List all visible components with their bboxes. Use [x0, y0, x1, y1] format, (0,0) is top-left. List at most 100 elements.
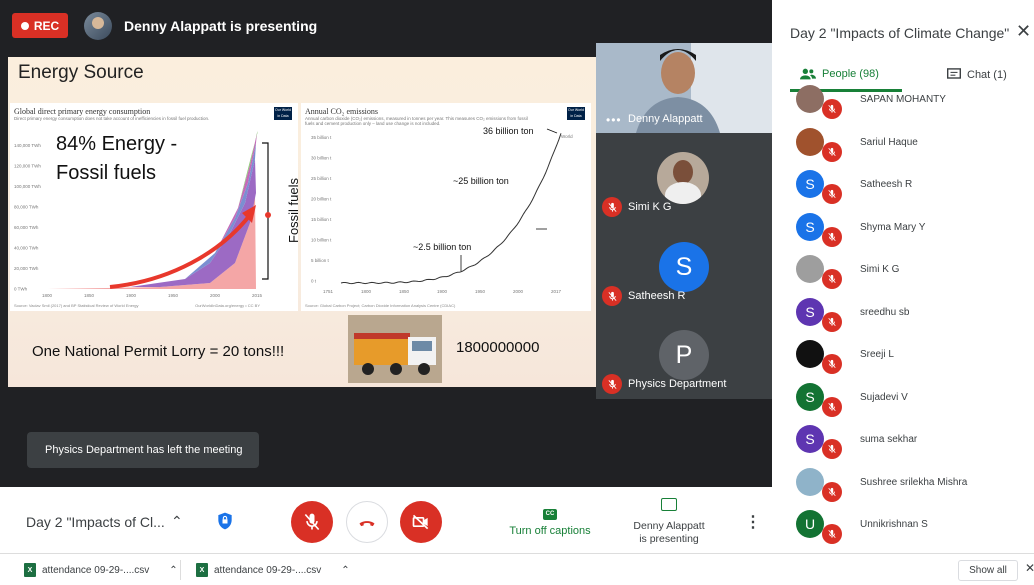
y-tick-label: 80,000 TWh — [14, 205, 39, 210]
participant-row[interactable]: S Shyma Mary Y — [772, 210, 1034, 252]
people-icon — [800, 68, 816, 80]
mic-off-icon — [822, 481, 842, 502]
meeting-title[interactable]: Day 2 "Impacts of Cl... — [26, 514, 165, 530]
x-tick-label: 2000 — [210, 293, 221, 298]
y-tick-label: 60,000 TWh — [14, 225, 39, 230]
x-tick-label: 1900 — [126, 293, 137, 298]
shield-icon[interactable] — [215, 511, 235, 531]
y-tick-label: 120,000 TWh — [14, 164, 41, 169]
avatar — [796, 127, 824, 156]
participant-row[interactable]: SAPAN MOHANTY — [772, 82, 1034, 124]
close-icon[interactable]: ✕ — [1016, 21, 1031, 42]
mic-off-icon — [822, 396, 842, 417]
mic-off-icon — [602, 286, 622, 306]
mic-off-icon — [822, 99, 842, 119]
participant-row[interactable]: Ssreedhu sb — [772, 295, 1034, 337]
pin-icon — [265, 212, 271, 218]
y-tick-label: 140,000 TWh — [14, 143, 41, 148]
tile-presenter[interactable]: ••• Denny Alappatt — [596, 43, 772, 133]
tile-simi[interactable]: Simi K G — [596, 133, 772, 221]
mic-off-icon — [304, 513, 320, 531]
y-tick-label: 15 billion t — [311, 217, 332, 222]
csv-file-icon: X — [24, 563, 36, 577]
participant-name: suma sekhar — [860, 434, 918, 445]
avatar — [796, 85, 824, 113]
mic-off-icon — [602, 197, 622, 217]
mic-off-icon — [822, 226, 842, 247]
meet-window: REC Denny Alappatt is presenting Energy … — [0, 0, 1034, 585]
mic-off-icon — [822, 269, 842, 289]
participant-name: Satheesh R — [860, 179, 913, 190]
x-tick-label: 2017 — [551, 289, 562, 294]
note-line-2: Fossil fuels — [56, 162, 157, 184]
x-tick-label: 1850 — [84, 293, 95, 298]
participant-row[interactable]: Sushree srilekha Mishra — [772, 465, 1034, 507]
y-tick-label: 100,000 TWh — [14, 184, 41, 189]
world-emissions-line — [340, 133, 562, 285]
participant-row[interactable]: Sreeji L — [772, 337, 1034, 379]
presenting-line-1: Denny Alappatt — [633, 520, 705, 532]
camera-toggle-button[interactable] — [400, 501, 442, 543]
y-tick-label: 20 billion t — [311, 197, 332, 202]
mic-off-icon — [822, 524, 842, 544]
csv-file-icon: X — [196, 563, 208, 577]
co2-emissions-chart: Annual CO₂ emissions Annual carbon dioxi… — [301, 103, 591, 311]
captions-button[interactable]: CC Turn off captions — [509, 502, 591, 537]
participant-avatar: S — [659, 242, 709, 292]
download-item[interactable]: X attendance 09-29-....csv ⌃ — [196, 558, 350, 582]
tab-chat[interactable]: Chat (1) — [947, 68, 1007, 81]
presentation-button[interactable]: Denny Alappatt is presenting — [630, 498, 708, 546]
annotation-25: ~25 billion ton — [453, 176, 509, 186]
participant-name: Sariul Haque — [860, 136, 918, 148]
y-tick-label: 20,000 TWh — [14, 266, 39, 271]
x-tick-label: 1751 — [323, 289, 334, 294]
chevron-up-icon[interactable]: ⌃ — [171, 513, 183, 530]
participant-name: Simi K G — [860, 264, 900, 275]
avatar: S — [796, 425, 824, 453]
avatar: S — [796, 382, 824, 411]
close-icon[interactable]: ✕ — [1025, 561, 1034, 575]
x-tick-label: 2015 — [252, 293, 263, 298]
participant-name: Sushree srilekha Mishra — [860, 476, 968, 488]
tab-chat-label: Chat (1) — [967, 68, 1007, 81]
chevron-up-icon[interactable]: ⌃ — [169, 565, 177, 576]
chart-license: OurWorldInData.org/energy • CC BY — [195, 303, 260, 308]
participant-row[interactable]: S Satheesh R — [772, 167, 1034, 209]
download-filename: attendance 09-29-....csv — [42, 564, 150, 576]
camera-off-icon — [412, 514, 429, 530]
download-item[interactable]: X attendance 09-29-....csv ⌃ — [24, 558, 178, 582]
truck-image — [348, 315, 442, 383]
participant-row[interactable]: U Unnikrishnan S — [772, 507, 1034, 549]
x-tick-label: 1950 — [168, 293, 179, 298]
avatar: S — [796, 297, 824, 326]
big-number: 1800000000 — [456, 339, 540, 356]
tile-satheesh[interactable]: S Satheesh R — [596, 221, 772, 309]
mic-toggle-button[interactable] — [291, 501, 333, 543]
chart-source: Source: Global Carbon Project; Carbon Di… — [305, 303, 456, 308]
y-tick-label: 35 billion t — [311, 135, 332, 140]
mic-off-icon — [822, 354, 842, 374]
tab-people-label: People (98) — [822, 68, 879, 80]
participant-name: Unnikrishnan S — [860, 519, 928, 530]
participant-row[interactable]: Ssuma sekhar — [772, 422, 1034, 464]
tile-name: Denny Alappatt — [628, 113, 703, 125]
show-all-button[interactable]: Show all — [958, 560, 1018, 581]
record-dot-icon — [20, 21, 29, 30]
participant-row[interactable]: S Sujadevi V — [772, 380, 1034, 422]
participant-row[interactable]: Sariul Haque — [772, 125, 1034, 167]
tile-physics-department[interactable]: P Physics Department — [596, 309, 772, 399]
more-options-icon[interactable]: ⋮ — [745, 512, 761, 532]
participant-row[interactable]: Simi K G — [772, 252, 1034, 294]
leave-call-button[interactable] — [346, 501, 388, 543]
presenting-banner: Denny Alappatt is presenting — [124, 18, 318, 34]
participant-name: sreedhu sb — [860, 306, 910, 318]
series-label: World — [561, 134, 573, 139]
chevron-up-icon[interactable]: ⌃ — [341, 565, 349, 576]
tab-people[interactable]: People (98) — [800, 68, 879, 80]
slide-title: Energy Source — [18, 62, 144, 83]
mic-off-icon — [822, 141, 842, 162]
participant-avatar: P — [659, 330, 709, 380]
fossil-fuels-label: Fossil fuels — [286, 177, 301, 243]
x-tick-label: 1800 — [42, 293, 53, 298]
participant-name: Sreeji L — [860, 349, 894, 360]
